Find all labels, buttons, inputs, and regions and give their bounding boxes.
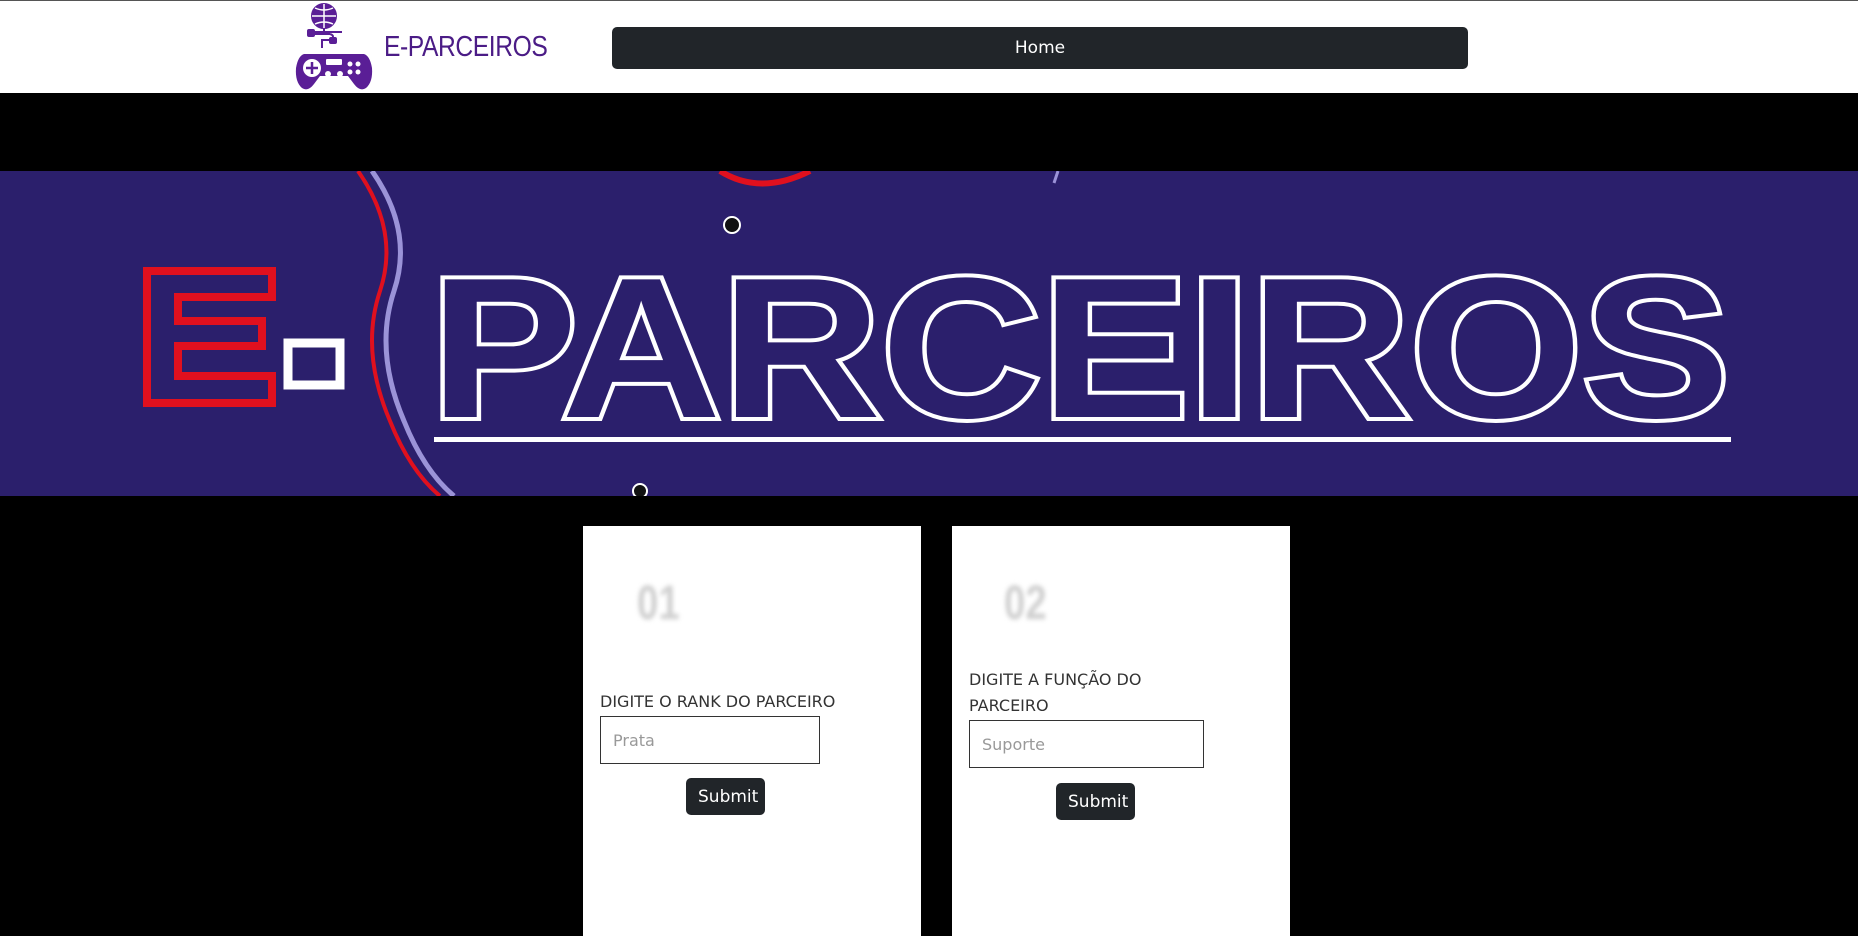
function-submit-button[interactable]: Submit — [1056, 783, 1135, 820]
function-input[interactable] — [969, 720, 1204, 768]
navbar: E-PARCEIROS Home — [0, 1, 1858, 93]
step-number: 02 — [1004, 577, 1047, 630]
hero-banner: PARCEIROS — [0, 171, 1858, 496]
function-label: DIGITE A FUNÇÃO DO PARCEIRO — [969, 670, 1142, 715]
banner-e-letter — [143, 267, 276, 407]
gamepad-globe-icon — [295, 3, 373, 90]
banner-title: PARCEIROS — [430, 237, 1730, 460]
home-nav-button[interactable]: Home — [612, 27, 1468, 69]
banner-dash — [283, 338, 345, 390]
step-number: 01 — [637, 577, 680, 630]
rank-label: DIGITE O RANK DO PARCEIRO — [600, 692, 836, 711]
brand-name: E-PARCEIROS — [384, 30, 548, 63]
brand-link[interactable]: E-PARCEIROS — [294, 2, 576, 92]
rank-input[interactable] — [600, 716, 820, 764]
rank-submit-button[interactable]: Submit — [686, 778, 765, 815]
card-rank: 01 DIGITE O RANK DO PARCEIRO Submit — [583, 526, 921, 936]
banner-art: PARCEIROS — [143, 171, 1734, 496]
card-function: 02 DIGITE A FUNÇÃO DO PARCEIRO Submit — [952, 526, 1290, 936]
